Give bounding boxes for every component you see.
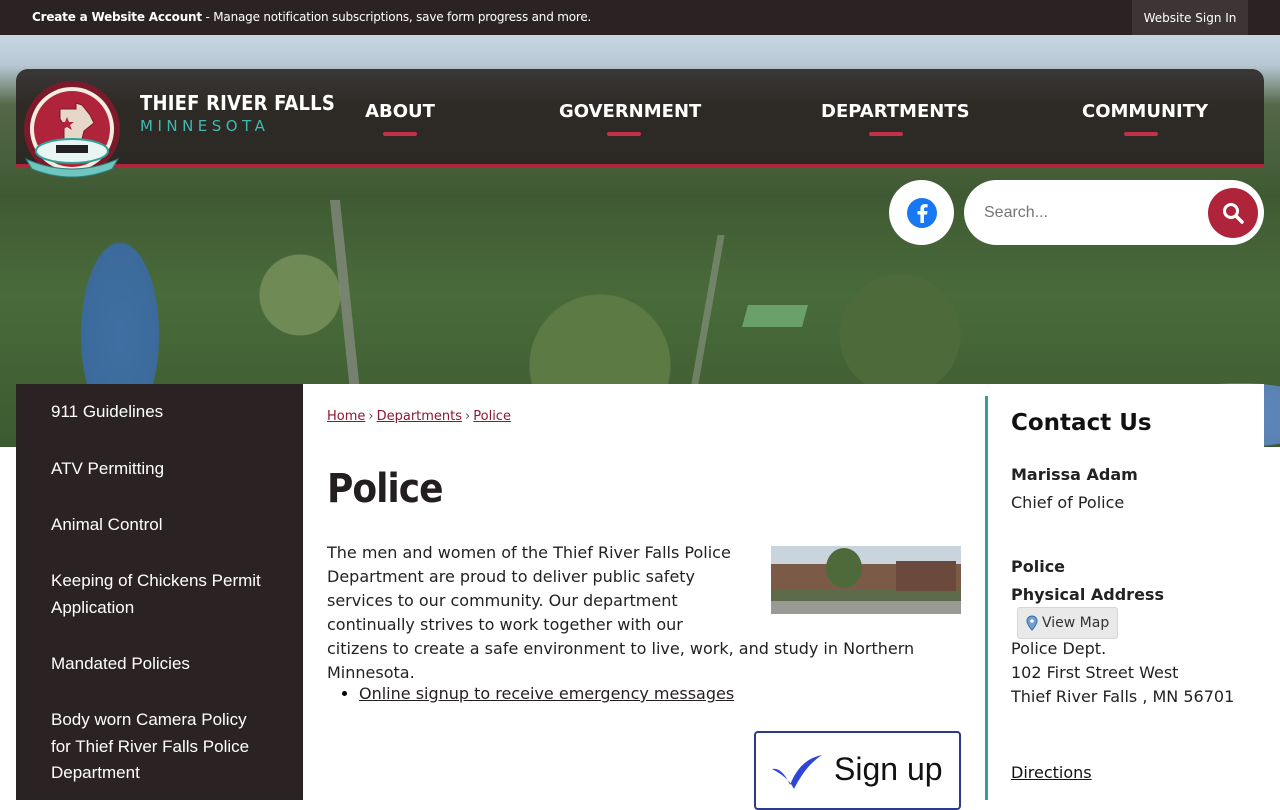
- photo-spacer: [745, 541, 947, 617]
- breadcrumb: Home › Departments › Police: [327, 409, 511, 424]
- view-map-label: View Map: [1042, 615, 1110, 631]
- create-account-link[interactable]: Create a Website Account: [32, 10, 202, 24]
- main-navigation: THIEF RIVER FALLS MINNESOTA ABOUT GOVERN…: [16, 69, 1264, 178]
- address-line-3: Thief River Falls , MN 56701: [1011, 687, 1235, 706]
- intro-paragraph: The men and women of the Thief River Fal…: [327, 541, 947, 685]
- sidebar-item-chickens-permit[interactable]: Keeping of Chickens Permit Application: [51, 568, 281, 621]
- city-name: THIEF RIVER FALLS: [140, 91, 335, 115]
- hero-field: [742, 305, 808, 327]
- sign-up-button[interactable]: Sign up: [754, 731, 961, 810]
- map-pin-icon: [1026, 615, 1038, 631]
- create-account-message: Create a Website Account - Manage notifi…: [32, 10, 591, 24]
- utility-bar: Create a Website Account - Manage notifi…: [0, 0, 1280, 35]
- contact-person-name: Marissa Adam: [1011, 465, 1138, 484]
- facebook-link[interactable]: [889, 180, 954, 245]
- list-item: Online signup to receive emergency messa…: [359, 684, 734, 703]
- website-sign-in-button[interactable]: Website Sign In: [1132, 0, 1248, 35]
- search-button[interactable]: [1208, 188, 1258, 238]
- sidebar-item-animal-control[interactable]: Animal Control: [51, 512, 281, 539]
- city-seal-logo[interactable]: [20, 79, 120, 179]
- search-input[interactable]: [982, 200, 1186, 226]
- sidebar-item-body-camera-policy[interactable]: Body worn Camera Policy for Thief River …: [51, 707, 251, 787]
- address-line-2: 102 First Street West: [1011, 663, 1179, 682]
- address-line-1: Police Dept.: [1011, 639, 1107, 658]
- sign-up-label: Sign up: [834, 751, 943, 787]
- state-name: MINNESOTA: [140, 117, 270, 135]
- facebook-icon: [906, 197, 937, 228]
- main-content: Home › Departments › Police Police The men a…: [303, 384, 985, 810]
- breadcrumb-police[interactable]: Police: [473, 409, 511, 424]
- breadcrumb-home[interactable]: Home: [327, 409, 365, 424]
- sidebar-item-911-guidelines[interactable]: 911 Guidelines: [51, 399, 281, 426]
- breadcrumb-departments[interactable]: Departments: [377, 409, 462, 424]
- view-map-button[interactable]: View Map: [1017, 607, 1119, 639]
- breadcrumb-separator: ›: [368, 409, 374, 424]
- nav-item-government[interactable]: GOVERNMENT: [559, 101, 701, 136]
- page-title: Police: [327, 466, 443, 512]
- create-account-description: - Manage notification subscriptions, sav…: [201, 10, 592, 24]
- contact-person-title: Chief of Police: [1011, 493, 1125, 512]
- department-sidebar: 911 Guidelines ATV Permitting Animal Con…: [16, 384, 303, 800]
- directions-link[interactable]: Directions: [1011, 763, 1092, 782]
- link-list: Online signup to receive emergency messa…: [327, 684, 734, 703]
- site-search: [964, 180, 1264, 245]
- emergency-signup-link[interactable]: Online signup to receive emergency messa…: [359, 684, 734, 703]
- sidebar-item-atv-permitting[interactable]: ATV Permitting: [51, 456, 281, 483]
- nav-item-community[interactable]: COMMUNITY: [1082, 101, 1208, 136]
- breadcrumb-separator: ›: [465, 409, 471, 424]
- contact-divider: [985, 396, 988, 800]
- contact-title: Contact Us: [1011, 410, 1152, 436]
- sidebar-item-mandated-policies[interactable]: Mandated Policies: [51, 651, 281, 678]
- city-seal-icon: [24, 81, 120, 178]
- address-label: Physical Address: [1011, 585, 1164, 604]
- nav-item-departments[interactable]: DEPARTMENTS: [821, 101, 970, 136]
- directions-link-wrap: Directions: [1011, 761, 1092, 785]
- nav-item-about[interactable]: ABOUT: [356, 101, 444, 136]
- contact-department: Police: [1011, 557, 1066, 576]
- search-icon: [1223, 203, 1244, 224]
- checkmark-icon: [772, 755, 822, 789]
- contact-panel: Contact Us Marissa Adam Chief of Police …: [985, 384, 1264, 800]
- city-wordmark[interactable]: THIEF RIVER FALLS MINNESOTA: [140, 91, 335, 135]
